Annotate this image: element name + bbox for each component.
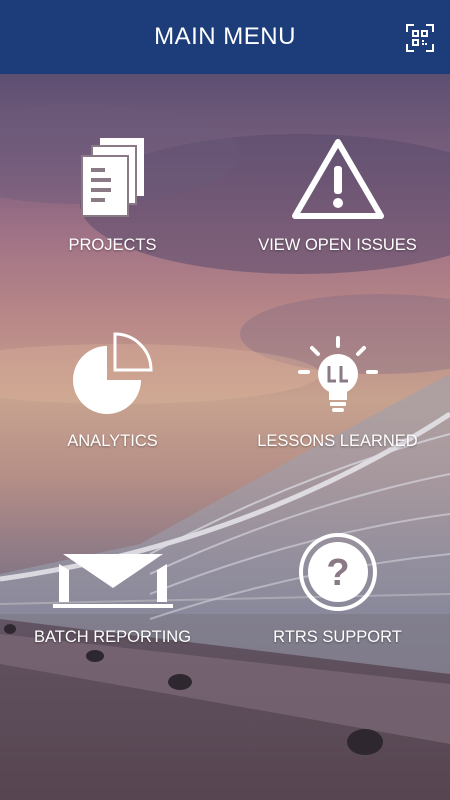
menu-item-rtrs-support[interactable]: ? RTRS SUPPORT (225, 512, 450, 708)
page-title: MAIN MENU (154, 23, 296, 50)
menu-label-analytics: ANALYTICS (67, 432, 158, 450)
menu-label-view-open-issues: VIEW OPEN ISSUES (258, 236, 417, 254)
top-app-bar: MAIN MENU (0, 0, 450, 74)
help-icon: ? (298, 533, 377, 611)
svg-text:?: ? (326, 552, 349, 594)
menu-label-batch-reporting: BATCH REPORTING (33, 628, 192, 646)
warning-icon (291, 139, 384, 219)
menu-item-lessons-learned[interactable]: LESSONS LEARNED (225, 316, 450, 512)
menu-item-view-open-issues[interactable]: VIEW OPEN ISSUES (225, 120, 450, 316)
documents-icon (80, 138, 144, 217)
menu-item-analytics[interactable]: ANALYTICS (0, 316, 225, 512)
qr-scan-button[interactable] (404, 22, 436, 54)
menu-item-batch-reporting[interactable]: BATCH REPORTING (0, 512, 225, 708)
lightbulb-icon (297, 336, 378, 412)
menu-label-projects: PROJECTS (68, 236, 157, 254)
qr-scan-icon (406, 24, 434, 52)
envelope-icon (52, 554, 173, 608)
menu-label-rtrs-support: RTRS SUPPORT (273, 628, 402, 646)
pie-chart-icon (72, 332, 153, 414)
menu-label-lessons-learned: LESSONS LEARNED (257, 432, 418, 450)
menu-item-projects[interactable]: PROJECTS (0, 120, 225, 316)
